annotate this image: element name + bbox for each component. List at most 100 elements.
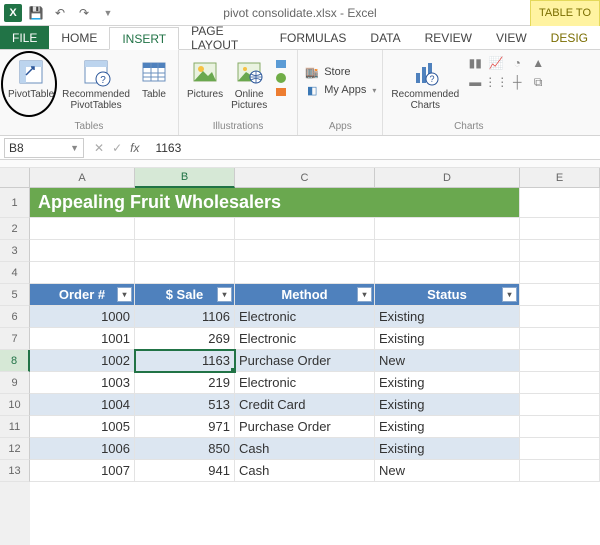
filter-icon[interactable]: ▾ <box>117 287 132 302</box>
tab-file[interactable]: FILE <box>0 26 49 49</box>
cell[interactable] <box>30 262 135 284</box>
table-header-sale[interactable]: $ Sale▾ <box>135 284 235 306</box>
cell[interactable] <box>520 306 600 328</box>
tab-data[interactable]: DATA <box>358 26 412 49</box>
cell[interactable]: 1003 <box>30 372 135 394</box>
cell[interactable] <box>30 218 135 240</box>
pivot-table-button[interactable]: PivotTable <box>6 54 56 102</box>
pictures-button[interactable]: Pictures <box>185 54 225 102</box>
store-button[interactable]: 🏬 Store <box>304 64 376 80</box>
online-pictures-button[interactable]: Online Pictures <box>229 54 269 113</box>
cell[interactable]: Existing <box>375 394 520 416</box>
cell[interactable] <box>520 394 600 416</box>
cell[interactable] <box>520 284 600 306</box>
cell[interactable] <box>520 372 600 394</box>
row-header[interactable]: 7 <box>0 328 30 350</box>
cell[interactable] <box>520 262 600 284</box>
cell[interactable]: 1002 <box>30 350 135 372</box>
sheet-title[interactable]: Appealing Fruit Wholesalers <box>30 188 520 218</box>
cell[interactable]: 850 <box>135 438 235 460</box>
cell[interactable]: New <box>375 350 520 372</box>
row-header[interactable]: 2 <box>0 218 30 240</box>
filter-icon[interactable]: ▾ <box>502 287 517 302</box>
tab-insert[interactable]: INSERT <box>109 27 179 50</box>
cell[interactable]: 269 <box>135 328 235 350</box>
fx-icon[interactable]: fx <box>130 141 139 155</box>
cell[interactable]: 941 <box>135 460 235 482</box>
cell[interactable]: 1007 <box>30 460 135 482</box>
cell[interactable]: Cash <box>235 438 375 460</box>
formula-bar[interactable]: 1163 <box>145 141 600 155</box>
table-header-order[interactable]: Order #▾ <box>30 284 135 306</box>
cancel-icon[interactable]: ✕ <box>94 141 104 155</box>
filter-icon[interactable]: ▾ <box>357 287 372 302</box>
cell[interactable]: Cash <box>235 460 375 482</box>
cell[interactable]: 1005 <box>30 416 135 438</box>
cell[interactable]: Electronic <box>235 372 375 394</box>
row-header[interactable]: 12 <box>0 438 30 460</box>
area-chart-icon[interactable]: ▲ <box>528 54 548 72</box>
cell[interactable]: 513 <box>135 394 235 416</box>
cell[interactable] <box>520 218 600 240</box>
cell[interactable] <box>520 188 600 218</box>
cell[interactable]: Credit Card <box>235 394 375 416</box>
cell[interactable]: Existing <box>375 372 520 394</box>
row-header[interactable]: 6 <box>0 306 30 328</box>
col-header[interactable]: B <box>135 168 235 188</box>
cell[interactable] <box>30 240 135 262</box>
col-header[interactable]: E <box>520 168 600 188</box>
redo-icon[interactable]: ↷ <box>74 3 94 23</box>
col-header[interactable]: C <box>235 168 375 188</box>
row-header[interactable]: 13 <box>0 460 30 482</box>
row-header[interactable]: 5 <box>0 284 30 306</box>
cell[interactable] <box>520 350 600 372</box>
row-header[interactable]: 8 <box>0 350 30 372</box>
tab-view[interactable]: VIEW <box>484 26 539 49</box>
cell[interactable]: Electronic <box>235 328 375 350</box>
col-header[interactable]: A <box>30 168 135 188</box>
cell[interactable] <box>135 240 235 262</box>
cell[interactable]: Existing <box>375 306 520 328</box>
recommended-pivot-button[interactable]: ? Recommended PivotTables <box>60 54 132 113</box>
cell[interactable] <box>520 438 600 460</box>
filter-icon[interactable]: ▾ <box>217 287 232 302</box>
tab-formulas[interactable]: FORMULAS <box>268 26 359 49</box>
select-all-corner[interactable] <box>0 168 30 188</box>
enter-icon[interactable]: ✓ <box>112 141 122 155</box>
row-header[interactable]: 1 <box>0 188 30 218</box>
row-header[interactable]: 10 <box>0 394 30 416</box>
row-header[interactable]: 9 <box>0 372 30 394</box>
cell[interactable]: 1004 <box>30 394 135 416</box>
name-box[interactable]: B8 ▼ <box>4 138 84 158</box>
cell[interactable] <box>520 416 600 438</box>
cell[interactable]: 971 <box>135 416 235 438</box>
table-header-status[interactable]: Status▾ <box>375 284 520 306</box>
cell[interactable]: Existing <box>375 438 520 460</box>
cell[interactable] <box>520 328 600 350</box>
cell[interactable]: 1000 <box>30 306 135 328</box>
table-header-method[interactable]: Method▾ <box>235 284 375 306</box>
cell[interactable]: Existing <box>375 416 520 438</box>
cell[interactable]: Purchase Order <box>235 350 375 372</box>
chevron-down-icon[interactable]: ▼ <box>70 143 79 153</box>
row-header[interactable]: 11 <box>0 416 30 438</box>
line-chart-icon[interactable]: 📈 <box>486 54 506 72</box>
cell[interactable]: Purchase Order <box>235 416 375 438</box>
cell[interactable] <box>375 262 520 284</box>
stock-chart-icon[interactable]: ┼ <box>507 73 527 91</box>
cell[interactable]: 1001 <box>30 328 135 350</box>
cell[interactable] <box>135 262 235 284</box>
cell[interactable] <box>520 460 600 482</box>
scatter-chart-icon[interactable]: ⋮⋮ <box>486 73 506 91</box>
cell[interactable] <box>235 262 375 284</box>
cell[interactable] <box>375 218 520 240</box>
tab-review[interactable]: REVIEW <box>413 26 484 49</box>
tab-design[interactable]: DESIG <box>539 26 600 49</box>
cell[interactable]: Electronic <box>235 306 375 328</box>
selected-cell[interactable]: 1163 <box>135 350 235 372</box>
cell[interactable]: 1006 <box>30 438 135 460</box>
tab-home[interactable]: HOME <box>49 26 109 49</box>
cell[interactable] <box>235 218 375 240</box>
cell[interactable]: Existing <box>375 328 520 350</box>
save-icon[interactable]: 💾 <box>26 3 46 23</box>
